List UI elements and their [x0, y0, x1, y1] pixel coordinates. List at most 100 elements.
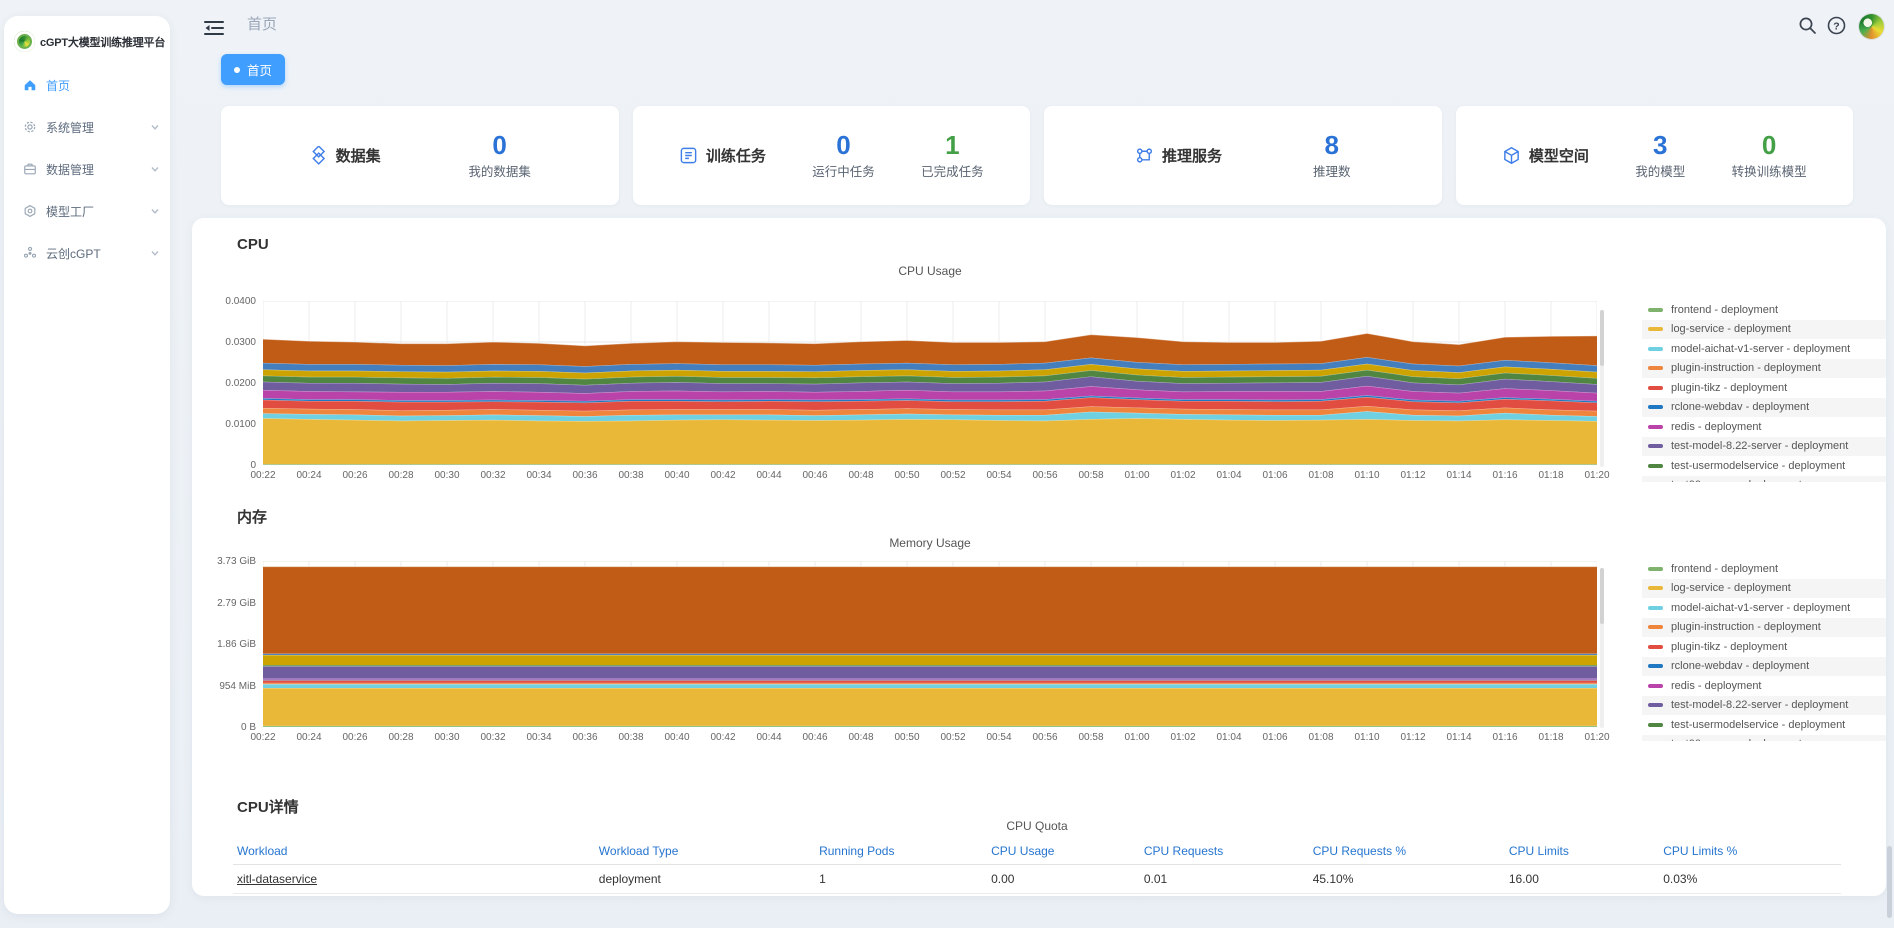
legend-item[interactable]: redis - deployment — [1642, 676, 1886, 696]
legend-item[interactable]: log-service - deployment — [1642, 579, 1886, 599]
table-column-header[interactable]: Running Pods — [815, 838, 987, 865]
legend-item[interactable]: plugin-instruction - deployment — [1642, 618, 1886, 638]
x-tick-label: 00:26 — [333, 470, 377, 481]
sidebar-item-0[interactable]: 首页 — [4, 64, 170, 106]
stats-row: 数据集0我的数据集训练任务0运行中任务1已完成任务推理服务8推理数模型空间3我的… — [221, 106, 1853, 205]
sidebar-item-1[interactable]: 系统管理 — [4, 106, 170, 148]
legend-item[interactable]: rclone-webdav - deployment — [1642, 657, 1886, 677]
sidebar-item-4[interactable]: 云创cGPT — [4, 232, 170, 274]
stat-label: 已完成任务 — [921, 161, 984, 180]
x-tick-label: 01:12 — [1391, 732, 1435, 743]
legend-label: frontend - deployment — [1671, 304, 1778, 316]
x-tick-label: 00:44 — [747, 732, 791, 743]
legend-swatch — [1648, 327, 1663, 331]
memory-legend-scrollbar[interactable] — [1600, 568, 1604, 728]
stat-card-0[interactable]: 数据集0我的数据集 — [221, 106, 619, 205]
x-tick-label: 00:58 — [1069, 470, 1113, 481]
user-avatar[interactable] — [1859, 14, 1884, 39]
legend-swatch — [1648, 586, 1663, 590]
stat-label: 我的数据集 — [468, 161, 531, 180]
legend-item[interactable]: model-aichat-v1-server - deployment — [1642, 598, 1886, 618]
x-tick-label: 01:16 — [1483, 470, 1527, 481]
x-tick-label: 00:24 — [287, 732, 331, 743]
sidebar-collapse-icon[interactable] — [204, 20, 224, 36]
stat-value: 0 — [1762, 132, 1776, 158]
help-icon[interactable]: ? — [1827, 16, 1846, 35]
x-tick-label: 01:00 — [1115, 732, 1159, 743]
legend-label: plugin-tikz - deployment — [1671, 382, 1787, 394]
stat-value: 1 — [945, 132, 959, 158]
stat-card-1[interactable]: 训练任务0运行中任务1已完成任务 — [633, 106, 1031, 205]
legend-item[interactable]: rclone-webdav - deployment — [1642, 398, 1886, 418]
legend-label: log-service - deployment — [1671, 323, 1791, 335]
page-scrollbar[interactable] — [1887, 846, 1892, 918]
chevron-down-icon — [150, 206, 160, 216]
legend-label: model-aichat-v1-server - deployment — [1671, 602, 1850, 614]
legend-item[interactable]: test-model-8.22-server - deployment — [1642, 696, 1886, 716]
x-tick-label: 00:38 — [609, 732, 653, 743]
table-cell: 0.03% — [1659, 865, 1841, 894]
stat-label: 我的模型 — [1635, 161, 1685, 180]
breadcrumb: 首页 — [247, 13, 277, 34]
table-column-header[interactable]: CPU Requests % — [1309, 838, 1505, 865]
table-column-header[interactable]: CPU Limits % — [1659, 838, 1841, 865]
stat-card-2[interactable]: 推理服务8推理数 — [1044, 106, 1442, 205]
legend-item[interactable]: redis - deployment — [1642, 417, 1886, 437]
x-tick-label: 00:44 — [747, 470, 791, 481]
legend-label: model-aichat-v1-server - deployment — [1671, 343, 1850, 355]
table-column-header[interactable]: Workload Type — [595, 838, 815, 865]
stat-label: 运行中任务 — [812, 161, 875, 180]
legend-label: rclone-webdav - deployment — [1671, 401, 1809, 413]
legend-label: plugin-instruction - deployment — [1671, 621, 1821, 633]
legend-item[interactable]: plugin-tikz - deployment — [1642, 637, 1886, 657]
y-tick-label: 0.0400 — [194, 296, 256, 307]
search-icon[interactable] — [1798, 16, 1817, 35]
table-cell: deployment — [595, 865, 815, 894]
table-column-header[interactable]: CPU Limits — [1505, 838, 1659, 865]
sidebar-item-2[interactable]: 数据管理 — [4, 148, 170, 190]
x-tick-label: 01:18 — [1529, 470, 1573, 481]
x-tick-label: 00:40 — [655, 470, 699, 481]
legend-swatch — [1648, 308, 1663, 312]
x-tick-label: 01:18 — [1529, 732, 1573, 743]
legend-item[interactable]: frontend - deployment — [1642, 300, 1886, 320]
memory-usage-chart[interactable] — [263, 561, 1597, 727]
sidebar-item-label: 云创cGPT — [46, 245, 141, 262]
stat-value: 0 — [492, 132, 506, 158]
x-tick-label: 00:36 — [563, 732, 607, 743]
cpu-legend-scrollbar[interactable] — [1600, 310, 1604, 467]
legend-item[interactable]: test-usermodelservice - deployment — [1642, 715, 1886, 735]
legend-item[interactable]: plugin-instruction - deployment — [1642, 359, 1886, 379]
x-tick-label: 01:00 — [1115, 470, 1159, 481]
table-column-header[interactable]: Workload — [233, 838, 595, 865]
stat-card-3[interactable]: 模型空间3我的模型0转换训练模型 — [1456, 106, 1854, 205]
table-column-header[interactable]: CPU Usage — [987, 838, 1140, 865]
legend-item[interactable]: test00-server - deployment — [1642, 735, 1886, 742]
y-tick-label: 0.0200 — [194, 378, 256, 389]
legend-item[interactable]: test00-server - deployment — [1642, 476, 1886, 483]
legend-label: test-model-8.22-server - deployment — [1671, 440, 1848, 452]
x-tick-label: 00:50 — [885, 732, 929, 743]
legend-item[interactable]: plugin-tikz - deployment — [1642, 378, 1886, 398]
x-tick-label: 00:32 — [471, 470, 515, 481]
workload-link[interactable]: xitl-dataservice — [237, 872, 317, 886]
chevron-down-icon — [150, 122, 160, 132]
legend-item[interactable]: test-usermodelservice - deployment — [1642, 456, 1886, 476]
legend-item[interactable]: test-model-8.22-server - deployment — [1642, 437, 1886, 457]
legend-item[interactable]: model-aichat-v1-server - deployment — [1642, 339, 1886, 359]
legend-item[interactable]: frontend - deployment — [1642, 559, 1886, 579]
legend-swatch — [1648, 645, 1663, 649]
x-tick-label: 00:40 — [655, 732, 699, 743]
sidebar-item-3[interactable]: 模型工厂 — [4, 190, 170, 232]
x-tick-label: 01:04 — [1207, 732, 1251, 743]
y-tick-label: 0.0300 — [194, 337, 256, 348]
tab-home[interactable]: 首页 — [221, 54, 285, 85]
x-tick-label: 00:42 — [701, 732, 745, 743]
table-column-header[interactable]: CPU Requests — [1140, 838, 1309, 865]
cpu-usage-chart[interactable] — [263, 301, 1597, 465]
x-tick-label: 01:10 — [1345, 470, 1389, 481]
legend-item[interactable]: log-service - deployment — [1642, 320, 1886, 340]
stat-card-title: 模型空间 — [1529, 145, 1589, 166]
app-logo-icon — [14, 31, 35, 52]
table-cell: 0.00 — [987, 865, 1140, 894]
